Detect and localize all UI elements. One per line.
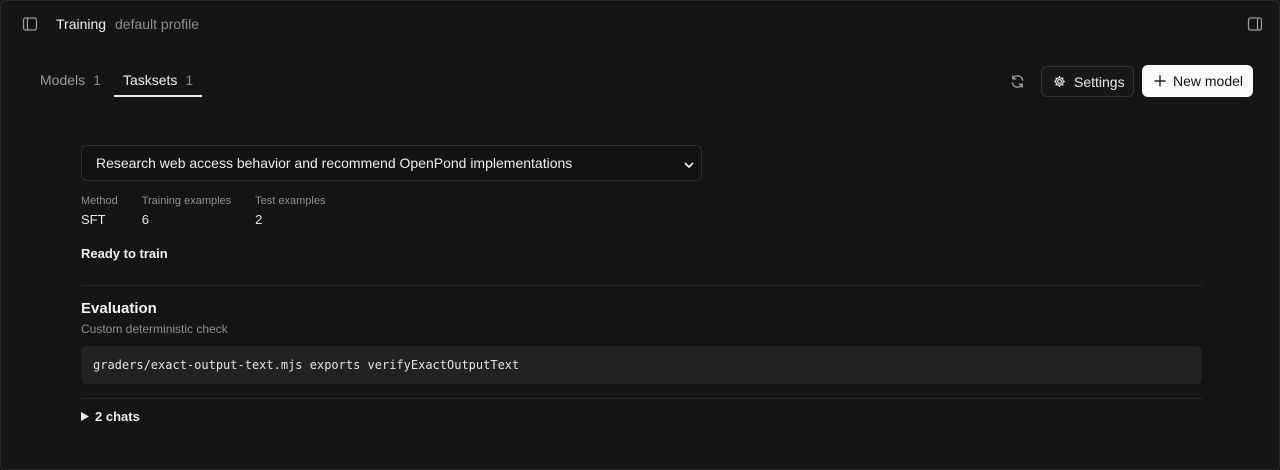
app-window: Training default profile Models 1 Taskset… <box>0 0 1280 470</box>
caret-right-icon <box>81 412 89 421</box>
chats-disclosure[interactable]: 2 chats <box>81 409 1202 424</box>
tab-count: 1 <box>93 72 101 88</box>
grader-code-block: graders/exact-output-text.mjs exports ve… <box>81 346 1202 384</box>
tab-tasksets[interactable]: Tasksets 1 <box>113 63 203 97</box>
taskset-panel: Research web access behavior and recomme… <box>81 145 1202 424</box>
top-bar: Training default profile <box>1 1 1280 47</box>
stat-label: Method <box>81 195 118 207</box>
divider <box>81 285 1202 286</box>
page-title: Training <box>56 16 107 32</box>
training-status: Ready to train <box>81 246 168 261</box>
tab-bar: Models 1 Tasksets 1 <box>31 63 203 97</box>
gear-icon <box>1053 75 1066 88</box>
stat-training-examples: Training examples 6 <box>142 194 231 228</box>
tab-label: Tasksets <box>122 72 178 88</box>
profile-label: default profile <box>115 16 200 32</box>
new-model-label: New model <box>1173 73 1244 89</box>
panel-toggle-icon[interactable] <box>1245 14 1265 34</box>
stat-label: Test examples <box>255 195 326 207</box>
settings-label: Settings <box>1074 73 1125 90</box>
taskset-select-value: Research web access behavior and recomme… <box>96 155 573 171</box>
sidebar-toggle-icon[interactable] <box>20 14 40 34</box>
taskset-select[interactable]: Research web access behavior and recomme… <box>81 145 702 181</box>
stat-value: SFT <box>81 212 106 227</box>
grader-code-text: graders/exact-output-text.mjs exports ve… <box>93 358 520 372</box>
plus-icon <box>1154 75 1166 87</box>
settings-button[interactable]: Settings <box>1041 66 1134 97</box>
new-model-button[interactable]: New model <box>1142 65 1253 97</box>
tab-count: 1 <box>185 72 194 88</box>
stat-value: 6 <box>141 212 149 227</box>
evaluation-heading: Evaluation <box>81 300 157 317</box>
refresh-icon[interactable] <box>1007 71 1027 91</box>
divider <box>81 398 1202 399</box>
tab-models[interactable]: Models 1 <box>31 63 110 97</box>
stat-test-examples: Test examples 2 <box>255 194 325 228</box>
stat-label: Training examples <box>141 195 232 207</box>
chats-label: 2 chats <box>95 409 140 424</box>
chevron-down-icon <box>683 158 695 174</box>
taskset-stats: Method SFT Training examples 6 Test exam… <box>81 194 1202 228</box>
stat-value: 2 <box>255 212 263 227</box>
tab-label: Models <box>40 72 86 88</box>
evaluation-description: Custom deterministic check <box>81 322 228 336</box>
stat-method: Method SFT <box>81 194 118 228</box>
